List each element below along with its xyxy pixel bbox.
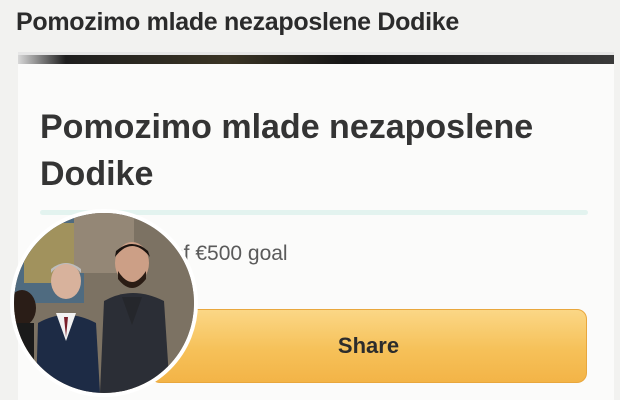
goal-text: of €500 goal: [172, 242, 288, 265]
photo-illustration: [14, 213, 194, 393]
share-button-label: Share: [337, 333, 400, 358]
page-top-title: Pomozimo mlade nezaposlene Dodike: [16, 8, 459, 36]
campaign-title: Pomozimo mlade nezaposlene Dodike: [40, 108, 534, 193]
people-photo: [10, 209, 198, 397]
share-button[interactable]: Share: [150, 309, 587, 383]
